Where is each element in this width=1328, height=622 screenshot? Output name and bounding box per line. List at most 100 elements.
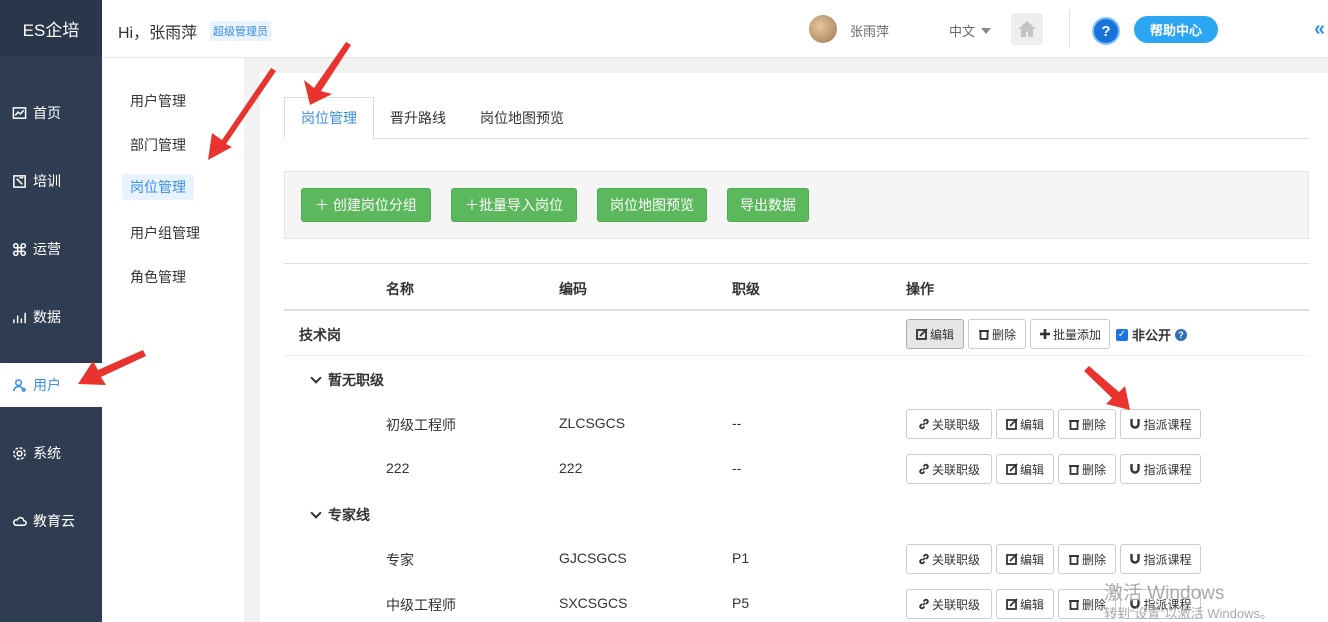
button-label: 关联职级 (931, 462, 980, 477)
link-level-button[interactable]: 关联职级 (906, 454, 992, 484)
subnav-item-position-management[interactable]: 岗位管理 (122, 174, 194, 200)
sidebar-item-users[interactable]: 用户 (0, 363, 102, 407)
private-checkbox[interactable]: ✓ 非公开 ? (1116, 325, 1188, 344)
batch-import-positions-button[interactable]: ＋批量导入岗位 (451, 188, 577, 222)
assign-course-button[interactable]: 指派课程 (1120, 454, 1201, 484)
edit-icon (1006, 463, 1018, 475)
subnav-item-user-group-management[interactable]: 用户组管理 (122, 220, 208, 246)
subnav-item-department-management[interactable]: 部门管理 (122, 132, 194, 158)
link-level-button[interactable]: 关联职级 (906, 409, 992, 439)
help-question-icon[interactable]: ? (1092, 17, 1120, 45)
private-label: 非公开 (1132, 328, 1172, 343)
position-code: 222 (559, 460, 583, 476)
chevron-down-icon (310, 507, 322, 519)
link-icon (919, 463, 929, 475)
sidebar-item-training[interactable]: 培训 (0, 159, 102, 203)
group-row: 专家线 (284, 491, 1309, 536)
export-data-button[interactable]: 导出数据 (727, 188, 809, 222)
position-code: SXCSGCS (559, 595, 628, 611)
button-label: 编辑 (1019, 552, 1044, 567)
magnet-icon (1130, 554, 1141, 564)
position-level: -- (732, 460, 742, 476)
tab-position-map-preview[interactable]: 岗位地图预览 (464, 97, 580, 139)
column-header-actions: 操作 (906, 281, 934, 297)
assign-course-button[interactable]: 指派课程 (1120, 544, 1201, 574)
sidebar-item-system[interactable]: 系统 (0, 431, 102, 475)
trash-icon (978, 330, 989, 340)
language-label: 中文 (949, 24, 976, 39)
table-row: 222 222 -- 关联职级 编辑 删除 指派课程 (284, 446, 1309, 491)
button-label: 删除 (1081, 462, 1106, 477)
help-center-button[interactable]: 帮助中心 (1134, 16, 1218, 43)
chart-icon (13, 312, 26, 323)
action-toolbar: ＋ 创建岗位分组 ＋批量导入岗位 岗位地图预览 导出数据 (284, 171, 1309, 239)
edit-icon (1006, 553, 1018, 565)
category-name: 技术岗 (299, 327, 341, 343)
category-edit-button[interactable]: 编辑 (906, 319, 964, 349)
category-delete-button[interactable]: 删除 (968, 319, 1026, 349)
position-name: 初级工程师 (386, 417, 456, 433)
link-level-button[interactable]: 关联职级 (906, 544, 992, 574)
position-map-preview-button[interactable]: 岗位地图预览 (597, 188, 707, 222)
help-question-icon[interactable]: ? (1175, 328, 1188, 341)
sidebar-item-label: 数据 (33, 309, 61, 325)
button-label: 指派课程 (1143, 462, 1192, 477)
assign-course-button[interactable]: 指派课程 (1120, 409, 1201, 439)
edit-icon (1006, 418, 1018, 430)
tab-position-management[interactable]: 岗位管理 (284, 97, 374, 139)
trash-icon (1068, 555, 1079, 565)
divider (1069, 10, 1070, 48)
edit-button[interactable]: 编辑 (996, 589, 1054, 619)
edit-icon (1006, 598, 1018, 610)
username[interactable]: 张雨萍 (850, 21, 889, 40)
edit-button[interactable]: 编辑 (996, 544, 1054, 574)
button-label: 编辑 (929, 327, 954, 342)
group-name[interactable]: 专家线 (310, 505, 370, 525)
brand-logo[interactable]: ES企培 (0, 0, 102, 56)
link-icon (919, 598, 929, 610)
windows-activation-hint: 转到“设置”以激活 Windows。 (1104, 606, 1274, 621)
checkbox-checked-icon[interactable]: ✓ (1116, 328, 1128, 341)
sidebar-item-data[interactable]: 数据 (0, 295, 102, 339)
column-header-code: 编码 (559, 281, 587, 297)
edit-button[interactable]: 编辑 (996, 454, 1054, 484)
sidebar-item-label: 运营 (33, 241, 61, 257)
edit-button[interactable]: 编辑 (996, 409, 1054, 439)
create-position-group-button[interactable]: ＋ 创建岗位分组 (301, 188, 431, 222)
sidebar-item-operations[interactable]: 运营 (0, 227, 102, 271)
chevron-down-icon (310, 372, 322, 384)
avatar[interactable] (809, 15, 837, 43)
link-level-button[interactable]: 关联职级 (906, 589, 992, 619)
collapse-icon[interactable]: « (1314, 18, 1325, 41)
button-label: 删除 (1081, 417, 1106, 432)
delete-button[interactable]: 删除 (1058, 454, 1116, 484)
delete-button[interactable]: 删除 (1058, 544, 1116, 574)
button-label: 关联职级 (931, 417, 980, 432)
delete-button[interactable]: 删除 (1058, 409, 1116, 439)
position-level: -- (732, 415, 742, 431)
tab-promotion-path[interactable]: 晋升路线 (374, 97, 462, 139)
dashboard-icon (12, 106, 27, 119)
subnav-item-user-management[interactable]: 用户管理 (122, 88, 194, 114)
sidebar-item-edu-cloud[interactable]: 教育云 (0, 499, 102, 543)
table-header: 名称 编码 职级 操作 (284, 263, 1309, 311)
positions-table: 名称 编码 职级 操作 技术岗 编辑 删除 批量添加 ✓ 非公开 ? 暂无职级 … (284, 263, 1309, 619)
subnav-item-role-management[interactable]: 角色管理 (122, 264, 194, 290)
language-select[interactable]: 中文 (949, 21, 992, 40)
column-header-name: 名称 (386, 281, 414, 297)
main-content: 岗位管理 晋升路线 岗位地图预览 ＋ 创建岗位分组 ＋批量导入岗位 岗位地图预览… (260, 73, 1328, 622)
cloud-icon (12, 516, 27, 526)
button-label: 编辑 (1019, 417, 1044, 432)
button-label: 批量添加 (1052, 327, 1101, 342)
tab-bar: 岗位管理 晋升路线 岗位地图预览 (284, 97, 1309, 139)
home-button[interactable] (1011, 13, 1043, 45)
position-name: 中级工程师 (386, 597, 456, 613)
sidebar-item-home[interactable]: 首页 (0, 91, 102, 135)
batch-add-button[interactable]: 批量添加 (1030, 319, 1110, 349)
column-header-level: 职级 (732, 281, 760, 297)
group-name[interactable]: 暂无职级 (310, 370, 384, 390)
home-icon (1018, 21, 1036, 37)
link-icon (919, 553, 929, 565)
button-label: 编辑 (1019, 597, 1044, 612)
position-level: P1 (732, 550, 750, 566)
